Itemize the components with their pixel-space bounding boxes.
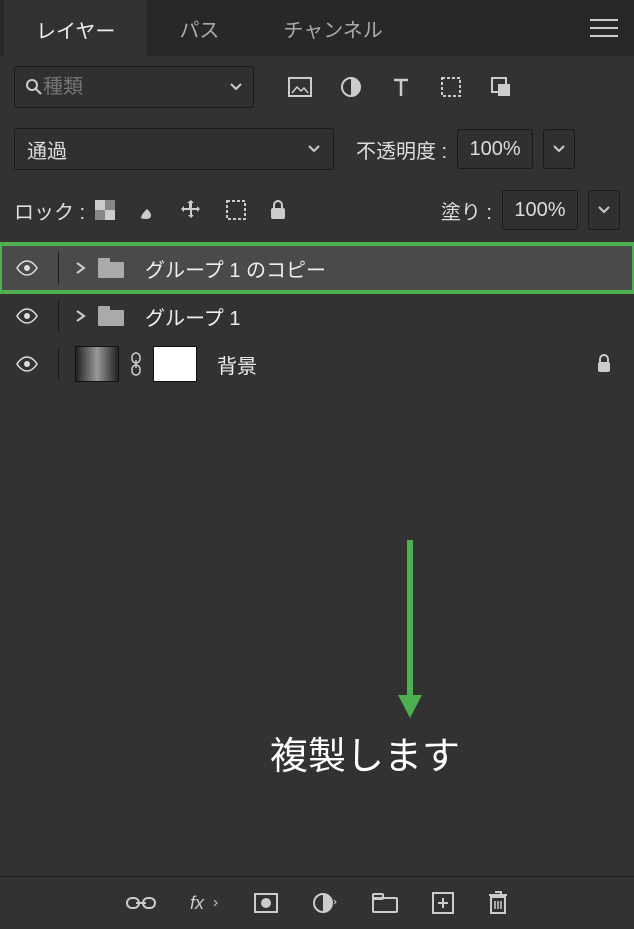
annotation-text: 複製します — [270, 725, 460, 780]
filter-toggle[interactable] — [540, 78, 544, 96]
folder-icon — [97, 257, 125, 279]
annotation-arrow — [390, 540, 430, 720]
filter-row — [0, 56, 634, 118]
chevron-down-icon — [597, 203, 611, 217]
filter-shape-icon[interactable] — [440, 76, 462, 98]
fx-icon[interactable]: fx — [190, 892, 220, 914]
separator — [58, 300, 59, 332]
blend-mode-select[interactable]: 通過 — [14, 128, 334, 170]
new-group-icon[interactable] — [372, 893, 398, 913]
link-icon[interactable] — [129, 352, 143, 376]
layer-mask-thumbnail[interactable] — [153, 346, 197, 382]
layer-name[interactable]: グループ 1 のコピー — [145, 254, 326, 283]
filter-type-icon[interactable] — [390, 76, 412, 98]
opacity-dropdown[interactable] — [543, 129, 575, 169]
lock-all-icon[interactable] — [269, 199, 287, 221]
fill-dropdown[interactable] — [588, 190, 620, 230]
filter-smartobject-icon[interactable] — [490, 76, 512, 98]
visibility-toggle[interactable] — [12, 356, 42, 372]
lock-row: ロック : 塗り : 100% — [0, 180, 634, 240]
layer-name[interactable]: グループ 1 — [145, 302, 240, 331]
chevron-down-icon — [229, 80, 243, 94]
filter-input[interactable] — [43, 76, 229, 99]
chevron-down-icon — [307, 142, 321, 156]
tab-layers[interactable]: レイヤー — [4, 0, 147, 58]
opacity-label: 不透明度 : — [356, 135, 447, 164]
opacity-input[interactable]: 100% — [457, 129, 533, 169]
visibility-toggle[interactable] — [12, 260, 42, 276]
lock-position-icon[interactable] — [179, 198, 203, 222]
chevron-down-icon — [552, 142, 566, 156]
mask-icon[interactable] — [254, 893, 278, 913]
expand-toggle[interactable] — [75, 261, 87, 275]
filter-adjustment-icon[interactable] — [340, 76, 362, 98]
layers-list: グループ 1 のコピー グループ 1 — [0, 240, 634, 876]
tab-paths[interactable]: パス — [147, 0, 251, 57]
filter-select[interactable] — [14, 66, 254, 108]
expand-toggle[interactable] — [75, 309, 87, 323]
folder-icon — [97, 305, 125, 327]
panel-tabs: レイヤー パス チャンネル — [0, 0, 634, 56]
layer-row[interactable]: 背景 — [0, 340, 634, 388]
separator — [58, 252, 59, 284]
filter-image-icon[interactable] — [288, 77, 312, 97]
lock-icon[interactable] — [596, 354, 612, 374]
layer-row[interactable]: グループ 1 のコピー — [0, 244, 634, 292]
new-layer-icon[interactable] — [432, 892, 454, 914]
search-icon — [25, 78, 43, 96]
layer-row[interactable]: グループ 1 — [0, 292, 634, 340]
svg-text:fx: fx — [190, 893, 205, 913]
lock-painting-icon[interactable] — [137, 199, 157, 221]
layers-footer: fx — [0, 876, 634, 929]
fill-input[interactable]: 100% — [502, 190, 578, 230]
layer-name[interactable]: 背景 — [217, 350, 257, 379]
separator — [58, 348, 59, 380]
layer-thumbnail[interactable] — [75, 346, 119, 382]
link-layers-icon[interactable] — [126, 895, 156, 911]
visibility-toggle[interactable] — [12, 308, 42, 324]
lock-transparency-icon[interactable] — [95, 200, 115, 220]
delete-layer-icon[interactable] — [488, 891, 508, 915]
adjustment-layer-icon[interactable] — [312, 892, 338, 914]
panel-menu-icon[interactable] — [590, 18, 618, 38]
lock-artboard-icon[interactable] — [225, 199, 247, 221]
blend-row: 通過 不透明度 : 100% — [0, 118, 634, 180]
tab-channels[interactable]: チャンネル — [251, 0, 414, 57]
blend-mode-value: 通過 — [27, 135, 67, 164]
lock-label: ロック : — [14, 196, 85, 225]
fill-label: 塗り : — [441, 196, 492, 225]
